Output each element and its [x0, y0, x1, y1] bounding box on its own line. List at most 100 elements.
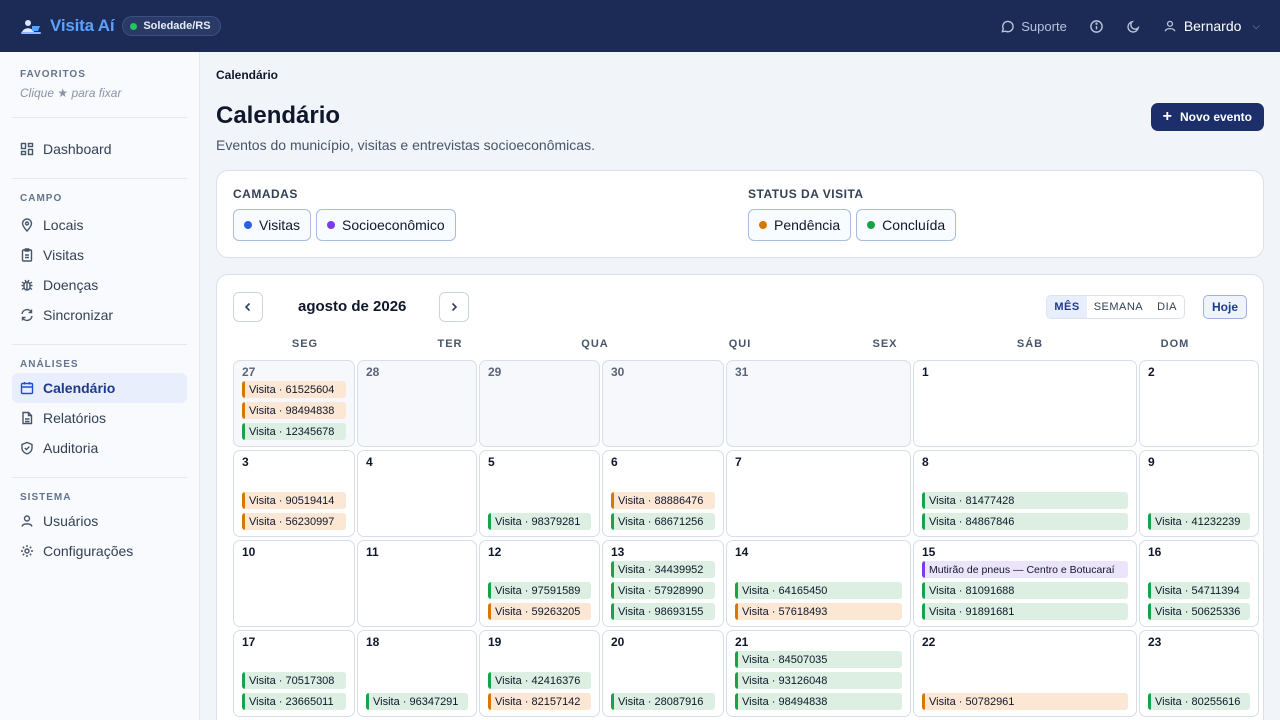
visit-event[interactable]: Visita · 68671256 — [611, 513, 715, 530]
sidebar-item-locais[interactable]: Locais — [12, 210, 187, 240]
visit-event[interactable]: Visita · 12345678 — [242, 423, 346, 440]
day-cell[interactable]: 4 — [357, 450, 477, 537]
visit-event[interactable]: Visita · 80255616 — [1148, 693, 1250, 710]
layer-chip-socioeconomico[interactable]: Socioeconômico — [315, 209, 456, 241]
layer-chip-visitas[interactable]: Visitas — [233, 209, 311, 241]
status-chip-pendencia[interactable]: Pendência — [748, 209, 852, 241]
day-cell[interactable]: 15 Mutirão de pneus — Centro e Botucaraí V… — [913, 540, 1137, 627]
visit-event[interactable]: Visita · 57928990 — [611, 582, 715, 599]
visit-event[interactable]: Visita · 61525604 — [242, 381, 346, 398]
visit-event[interactable]: Visita · 84507035 — [735, 651, 902, 668]
socio-event[interactable]: Mutirão de pneus — Centro e Botucaraí — [922, 561, 1128, 578]
day-cell[interactable]: 28 — [357, 360, 477, 447]
visit-event[interactable]: Visita · 57618493 — [735, 603, 902, 620]
user-menu[interactable]: Bernardo ⌵ — [1163, 18, 1260, 34]
status-title: STATUS DA VISITA — [748, 187, 864, 201]
sidebar-item-usuarios[interactable]: Usuários — [12, 506, 187, 536]
visit-event[interactable]: Visita · 88886476 — [611, 492, 715, 509]
day-cell[interactable]: 10 — [233, 540, 355, 627]
orange-dot-icon — [759, 221, 767, 229]
sidebar-item-label: Sincronizar — [43, 307, 114, 323]
info-button[interactable] — [1089, 19, 1104, 34]
day-cell[interactable]: 7 — [726, 450, 911, 537]
breadcrumb[interactable]: Calendário — [216, 68, 278, 82]
calendar-panel: agosto de 2026 MÊS SEMANA DIA Hoje SEG TE… — [216, 274, 1264, 720]
sidebar-item-auditoria[interactable]: Auditoria — [12, 433, 187, 463]
visit-event[interactable]: Visita · 70517308 — [242, 672, 346, 689]
visit-event[interactable]: Visita · 98494838 — [735, 693, 902, 710]
day-cell[interactable]: 21 Visita · 84507035 Visita · 93126048 Visi… — [726, 630, 911, 717]
day-cell[interactable]: 16 Visita · 54711394 Visita · 50625336 — [1139, 540, 1259, 627]
day-cell[interactable]: 9 Visita · 41232239 — [1139, 450, 1259, 537]
visit-event[interactable]: Visita · 54711394 — [1148, 582, 1250, 599]
day-cell[interactable]: 17 Visita · 70517308 Visita · 23665011 — [233, 630, 355, 717]
day-number: 21 — [735, 635, 749, 649]
today-button[interactable]: Hoje — [1202, 295, 1247, 319]
day-cell[interactable]: 11 — [357, 540, 477, 627]
new-event-button[interactable]: + Novo evento — [1150, 103, 1264, 131]
day-cell[interactable]: 30 — [602, 360, 724, 447]
visit-event[interactable]: Visita · 82157142 — [488, 693, 591, 710]
next-month-button[interactable] — [439, 292, 469, 322]
visit-event[interactable]: Visita · 59263205 — [488, 603, 591, 620]
day-cell[interactable]: 12 Visita · 97591589 Visita · 59263205 — [479, 540, 600, 627]
sidebar-item-calendario[interactable]: Calendário — [12, 373, 187, 403]
prev-month-button[interactable] — [233, 292, 263, 322]
visit-event[interactable]: Visita · 98494838 — [242, 402, 346, 419]
visit-event[interactable]: Visita · 81091688 — [922, 582, 1128, 599]
sidebar-item-sincronizar[interactable]: Sincronizar — [12, 300, 187, 330]
day-cell[interactable]: 22 Visita · 50782961 — [913, 630, 1137, 717]
day-cell[interactable]: 5 Visita · 98379281 — [479, 450, 600, 537]
visit-event[interactable]: Visita · 98693155 — [611, 603, 715, 620]
day-number: 1 — [922, 365, 929, 379]
visit-event[interactable]: Visita · 91891681 — [922, 603, 1128, 620]
day-number: 30 — [611, 365, 625, 379]
sidebar-item-visitas[interactable]: Visitas — [12, 240, 187, 270]
visit-event[interactable]: Visita · 90519414 — [242, 492, 346, 509]
day-cell[interactable]: 2 — [1139, 360, 1259, 447]
day-cell[interactable]: 8 Visita · 81477428 Visita · 84867846 — [913, 450, 1137, 537]
chip-label: Pendência — [774, 217, 841, 233]
view-week-button[interactable]: SEMANA — [1087, 296, 1150, 318]
visit-event[interactable]: Visita · 64165450 — [735, 582, 902, 599]
visit-event[interactable]: Visita · 42416376 — [488, 672, 591, 689]
visit-event[interactable]: Visita · 84867846 — [922, 513, 1128, 530]
view-month-button[interactable]: MÊS — [1047, 296, 1087, 318]
visit-event[interactable]: Visita · 41232239 — [1148, 513, 1250, 530]
sidebar-item-configuracoes[interactable]: Configurações — [12, 536, 187, 566]
day-cell[interactable]: 1 — [913, 360, 1137, 447]
visit-event[interactable]: Visita · 28087916 — [611, 693, 715, 710]
view-day-button[interactable]: DIA — [1150, 296, 1184, 318]
city-badge[interactable]: Soledade/RS — [122, 16, 221, 36]
visit-event[interactable]: Visita · 34439952 — [611, 561, 715, 578]
day-cell[interactable]: 27 Visita · 61525604 Visita · 98494838 Visi… — [233, 360, 355, 447]
day-cell[interactable]: 6 Visita · 88886476 Visita · 68671256 — [602, 450, 724, 537]
sidebar-item-relatorios[interactable]: Relatórios — [12, 403, 187, 433]
support-link[interactable]: Suporte — [1000, 19, 1067, 34]
visit-event[interactable]: Visita · 93126048 — [735, 672, 902, 689]
day-cell[interactable]: 14 Visita · 64165450 Visita · 57618493 — [726, 540, 911, 627]
day-cell[interactable]: 19 Visita · 42416376 Visita · 82157142 — [479, 630, 600, 717]
visit-event[interactable]: Visita · 98379281 — [488, 513, 591, 530]
visit-event[interactable]: Visita · 97591589 — [488, 582, 591, 599]
logo[interactable]: Visita Aí — [20, 16, 115, 36]
day-cell[interactable]: 18 Visita · 96347291 — [357, 630, 477, 717]
visit-event[interactable]: Visita · 50782961 — [922, 693, 1128, 710]
sidebar-item-doencas[interactable]: Doenças — [12, 270, 187, 300]
info-icon — [1089, 19, 1103, 33]
visit-event[interactable]: Visita · 81477428 — [922, 492, 1128, 509]
day-cell[interactable]: 20 Visita · 28087916 — [602, 630, 724, 717]
visit-event[interactable]: Visita · 50625336 — [1148, 603, 1250, 620]
day-cell[interactable]: 13 Visita · 34439952 Visita · 57928990 Visi… — [602, 540, 724, 627]
sidebar-item-dashboard[interactable]: Dashboard — [12, 134, 187, 164]
visit-event[interactable]: Visita · 56230997 — [242, 513, 346, 530]
day-number: 15 — [922, 545, 936, 559]
day-cell[interactable]: 31 — [726, 360, 911, 447]
day-cell[interactable]: 29 — [479, 360, 600, 447]
day-cell[interactable]: 3 Visita · 90519414 Visita · 56230997 — [233, 450, 355, 537]
theme-toggle[interactable] — [1126, 19, 1141, 34]
visit-event[interactable]: Visita · 23665011 — [242, 693, 346, 710]
status-chip-concluida[interactable]: Concluída — [856, 209, 957, 241]
visit-event[interactable]: Visita · 96347291 — [366, 693, 468, 710]
day-cell[interactable]: 23 Visita · 80255616 — [1139, 630, 1259, 717]
